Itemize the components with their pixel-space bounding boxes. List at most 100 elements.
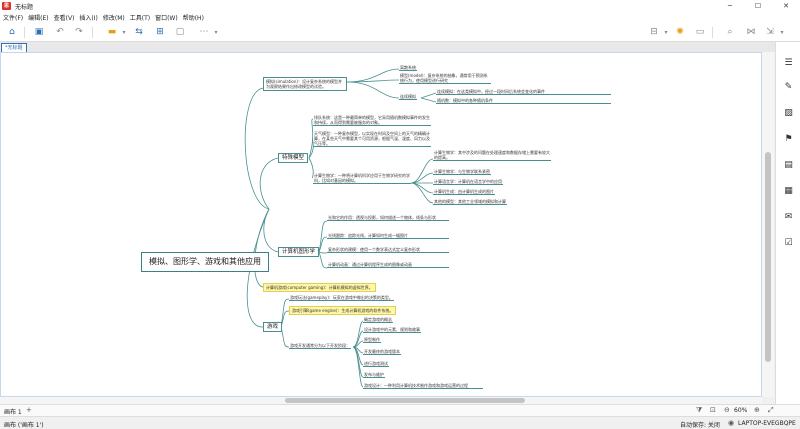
- save-icon[interactable]: ▣: [33, 27, 45, 38]
- subtopic[interactable]: 复杂形状的建模：使用一个数学表达式定义复杂形状: [327, 247, 449, 253]
- menu-window[interactable]: 窗口(W): [155, 13, 178, 22]
- mindmap-canvas[interactable]: 模拟、图形学、游戏和其他应用 模拟(simulation)：设计复杂系统的模型并…: [0, 52, 762, 397]
- vertical-scroll-thumb[interactable]: [765, 152, 771, 362]
- topic-games[interactable]: 游戏: [263, 322, 283, 332]
- picture-icon[interactable]: ▨: [783, 108, 794, 119]
- menu-help[interactable]: 帮助(H): [183, 13, 204, 22]
- zoom-level[interactable]: 60%: [734, 407, 747, 414]
- toolbar-separator: [712, 27, 713, 38]
- toolbar: ⌂ ▣ ↶ ↷ ▬ ▾ ⇆ ⊞ ▢ ⋯ ▾ ⊟ ▾ ✺ ▭ ⌕ ⋈ ⇲ ▾: [0, 23, 800, 42]
- search-icon[interactable]: ⌕: [724, 27, 736, 38]
- tab-untitled[interactable]: *无标题: [1, 43, 27, 52]
- menu-file[interactable]: 文件(F): [3, 13, 23, 22]
- menu-view[interactable]: 查看(V): [54, 13, 75, 22]
- subtopic[interactable]: 连续模拟：在这类模拟中，经过一段时间后系统会变化的事件: [436, 89, 611, 95]
- topic-special-models[interactable]: 特殊模型: [278, 153, 309, 163]
- subtopic[interactable]: 计算机动画：通过计算机程序生成的图像或动画: [327, 262, 449, 268]
- app-logo: 思: [2, 2, 11, 10]
- subtopic[interactable]: 计算生物学：其中涉及的问题在处理速度和数据存储上需要有较大的提高。: [433, 150, 551, 161]
- sheet-tab[interactable]: 画布 1: [4, 407, 22, 416]
- toolbar-separator: [24, 27, 25, 38]
- subtopic[interactable]: 计算机生成：由计算机生成的图片: [433, 189, 495, 195]
- status-bar: 画布 ('画布 1') 自动保存: 关闭 ◉ LAPTOP-EVEGBQPE: [0, 416, 800, 429]
- status-left: 画布 ('画布 1'): [4, 422, 44, 429]
- autosave-status[interactable]: 自动保存: 关闭: [680, 420, 720, 429]
- subtopic[interactable]: 开发最终的游戏版本: [363, 349, 401, 355]
- right-side-panel: ☰ ✎ ▨ ⚑ ▤ ▦ ✉ ☑: [775, 42, 800, 404]
- toolbar-separator: [92, 27, 93, 38]
- central-topic[interactable]: 模拟、图形学、游戏和其他应用: [141, 252, 269, 272]
- subtopic[interactable]: 游戏设计：一种利用计算机技术制作游戏和游戏运营的过程: [363, 383, 483, 389]
- subtopic[interactable]: 计算语言学：计算机在语言学中的应用: [433, 179, 503, 185]
- open-folder-icon[interactable]: ▬: [106, 27, 118, 38]
- more-icon[interactable]: ⋯: [198, 27, 210, 38]
- menu-tools[interactable]: 工具(T): [130, 13, 150, 22]
- chevron-down-icon[interactable]: ▾: [776, 27, 788, 38]
- subtopic[interactable]: 其他的模型：其他工业领域的模拟和计算: [433, 199, 507, 205]
- minimize-icon[interactable]: ─: [716, 0, 744, 12]
- subtopic[interactable]: 离散系统: [399, 65, 417, 71]
- subtopic[interactable]: 计算生物学：与生物学联系紧密: [433, 169, 491, 175]
- format-icon[interactable]: ☰: [783, 58, 794, 69]
- zoom-out-icon[interactable]: ⊖: [724, 406, 730, 414]
- home-icon[interactable]: ⌂: [6, 27, 18, 38]
- subtopic[interactable]: 随机数：模拟中的各种随机条件: [436, 98, 611, 104]
- chevron-down-icon[interactable]: ▾: [660, 27, 672, 38]
- notes-icon[interactable]: ▦: [783, 186, 794, 197]
- maximize-icon[interactable]: ☐: [744, 0, 772, 12]
- style-brush-icon[interactable]: ✎: [783, 82, 794, 93]
- redo-icon[interactable]: ↷: [73, 27, 85, 38]
- add-sheet-icon[interactable]: +: [26, 406, 32, 414]
- subtopic[interactable]: 模型(model)：复杂系统的抽象，通常用于预测系统行为，使用模型进行研究: [399, 73, 491, 84]
- share-icon[interactable]: ⋈: [745, 27, 757, 38]
- chevron-down-icon[interactable]: ▾: [210, 27, 222, 38]
- subtopic[interactable]: 光线跟踪：追踪光线，计算如何生成一幅图片: [327, 233, 449, 239]
- subtopic[interactable]: 排队系统：这是一种最简单的模型，它采用随机数模拟事件的发生和持续，从而得到需要被…: [313, 115, 431, 126]
- subtopic[interactable]: 游戏引擎(game engine)：生成计算机游戏的软件系统。: [289, 306, 397, 315]
- subtopic[interactable]: 原型制作: [363, 337, 381, 343]
- filter-icon[interactable]: ⧩: [696, 406, 702, 415]
- menu-edit[interactable]: 编辑(E): [28, 13, 48, 22]
- idea-icon[interactable]: ✺: [674, 27, 686, 38]
- window-title: 无标题: [15, 3, 34, 11]
- subtopic[interactable]: 发布与维护: [363, 372, 385, 378]
- connector-lines: [244, 68, 437, 388]
- topic-simulation[interactable]: 模拟(simulation)：设计复杂系统的模型并为观察结果作出修改模型的试验。: [263, 77, 347, 91]
- export-icon[interactable]: ⇲: [764, 27, 776, 38]
- menu-bar: 文件(F) 编辑(E) 查看(V) 插入(I) 修改(M) 工具(T) 窗口(W…: [0, 12, 800, 23]
- undo-icon[interactable]: ↶: [54, 27, 66, 38]
- zoom-in-icon[interactable]: ⊕: [754, 406, 760, 414]
- user-icon: ◉: [728, 419, 735, 427]
- horizontal-scrollbar[interactable]: [0, 397, 762, 404]
- marker-flag-icon[interactable]: ⚑: [783, 134, 794, 145]
- horizontal-scroll-thumb[interactable]: [285, 398, 525, 403]
- chevron-down-icon[interactable]: ▾: [118, 27, 130, 38]
- topic-computer-gaming[interactable]: 计算机游戏(computer gaming)：计算机模拟的虚拟世界。: [263, 283, 376, 292]
- subtopic[interactable]: 光和它的作用：透视与投影，如何描述一个物体，线条与形状: [327, 215, 449, 221]
- subtopic[interactable]: 确定游戏的概念: [363, 317, 393, 323]
- topic-icon[interactable]: ⇆: [133, 27, 145, 38]
- subtopic[interactable]: 计算生物学：一种将计算机科学应用于生物学研究的学科，比如对基因的模拟。: [313, 173, 411, 184]
- menu-modify[interactable]: 修改(M): [103, 13, 125, 22]
- subtopic[interactable]: 连续模拟: [399, 94, 417, 100]
- subtopic[interactable]: 设计游戏中的元素、规则和故事: [363, 327, 421, 333]
- relationship-icon[interactable]: ▢: [174, 27, 186, 38]
- presentation-icon[interactable]: ⊟: [648, 27, 660, 38]
- menu-insert[interactable]: 插入(I): [79, 13, 97, 22]
- task-icon[interactable]: ☑: [783, 238, 794, 249]
- comments-icon[interactable]: ✉: [783, 212, 794, 223]
- tab-strip: *无标题: [0, 42, 800, 52]
- image-icon[interactable]: ▭: [694, 27, 706, 38]
- subtopic[interactable]: 游戏玩法(gameplay)：玩家在游戏中做出的决策的类型。: [289, 295, 394, 301]
- fit-view-icon[interactable]: ⊡: [710, 406, 716, 414]
- fullscreen-icon[interactable]: ⤢: [768, 406, 774, 415]
- close-icon[interactable]: ✕: [772, 0, 800, 12]
- subtopic[interactable]: 天气模型：一种复杂模型，以实现在时间及空间上的天气的精确计算，在某些天气中需要其…: [313, 131, 431, 147]
- vertical-scrollbar[interactable]: [762, 52, 774, 397]
- subtopic[interactable]: 游戏开发通常分为以下开发阶段：: [289, 343, 351, 349]
- subtopic[interactable]: 进行游戏测试: [363, 361, 389, 367]
- topic-computer-graphics[interactable]: 计算机图形学: [278, 247, 320, 257]
- outline-icon[interactable]: ▤: [783, 160, 794, 171]
- title-bar: 思 无标题 ─ ☐ ✕: [0, 0, 800, 12]
- subtopic-icon[interactable]: ⊞: [154, 27, 166, 38]
